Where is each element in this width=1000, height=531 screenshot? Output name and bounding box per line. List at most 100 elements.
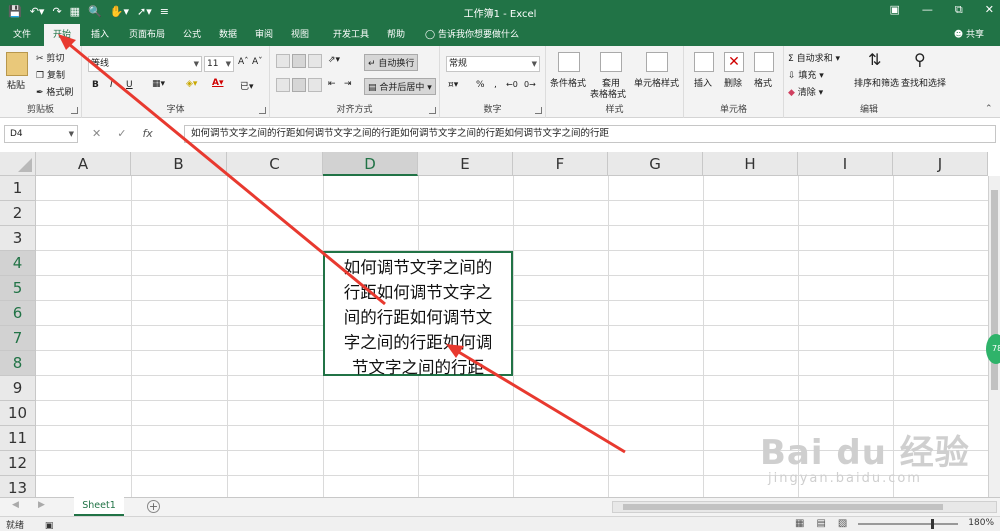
clipboard-launcher-icon[interactable] <box>71 107 78 114</box>
tab-view[interactable]: 视图 <box>284 24 316 46</box>
row-header[interactable]: 9 <box>0 376 36 401</box>
phonetic-icon[interactable]: 已▾ <box>240 79 254 92</box>
border-icon[interactable]: ▦▾ <box>152 79 165 89</box>
italic-button[interactable]: I <box>110 80 113 90</box>
tab-data[interactable]: 数据 <box>212 24 244 46</box>
delete-cells-button[interactable]: 删除 <box>724 76 742 89</box>
minimize-icon[interactable]: — <box>922 3 933 17</box>
enter-icon[interactable]: ✓ <box>117 127 126 140</box>
column-header[interactable]: D <box>323 152 418 176</box>
add-sheet-icon[interactable]: + <box>147 500 160 513</box>
next-sheet-icon[interactable]: ▶ <box>38 500 45 510</box>
cancel-icon[interactable]: ✕ <box>92 127 101 140</box>
shrink-font-icon[interactable]: Aˇ <box>252 57 263 67</box>
row-header[interactable]: 10 <box>0 401 36 426</box>
font-name-select[interactable]: 等线 ▼ <box>88 56 202 72</box>
fill-button[interactable]: ⇩ 填充 ▾ <box>788 68 824 81</box>
column-header[interactable]: I <box>798 152 893 176</box>
collapse-ribbon-icon[interactable]: ⌃ <box>985 104 993 114</box>
underline-button[interactable]: U <box>126 80 133 90</box>
macro-record-icon[interactable]: ▣ <box>45 521 54 531</box>
format-as-table-icon[interactable] <box>600 52 622 72</box>
scroll-thumb[interactable] <box>623 504 943 510</box>
conditional-format-button[interactable]: 条件格式 <box>550 76 586 89</box>
formula-input[interactable]: 如何调节文字之间的行距如何调节文字之间的行距如何调节文字之间的行距如何调节文字之… <box>184 125 996 143</box>
row-header[interactable]: 3 <box>0 226 36 251</box>
cell-styles-icon[interactable] <box>646 52 668 72</box>
sort-filter-icon[interactable]: ⇅ <box>868 50 881 69</box>
format-cells-button[interactable]: 格式 <box>754 76 772 89</box>
cut-button[interactable]: ✂ 剪切 <box>36 51 64 64</box>
share-button[interactable]: ☻ 共享 <box>954 24 984 46</box>
font-size-select[interactable]: 11 ▼ <box>204 56 234 72</box>
format-cells-icon[interactable] <box>754 52 774 72</box>
decrease-indent-icon[interactable]: ⇤ <box>328 79 336 89</box>
column-header[interactable]: G <box>608 152 703 176</box>
align-left-icon[interactable] <box>276 78 290 92</box>
find-select-button[interactable]: 查找和选择 <box>901 76 946 89</box>
restore-icon[interactable]: ⧉ <box>955 3 963 17</box>
clear-button[interactable]: ◆ 清除 ▾ <box>788 85 823 98</box>
comma-button[interactable]: , <box>494 80 497 90</box>
font-launcher-icon[interactable] <box>259 107 266 114</box>
page-break-view-icon[interactable]: ▧ <box>838 518 847 529</box>
sort-filter-button[interactable]: 排序和筛选 <box>854 76 899 89</box>
zoom-level[interactable]: 180% <box>968 518 994 528</box>
increase-indent-icon[interactable]: ⇥ <box>344 79 352 89</box>
alignment-launcher-icon[interactable] <box>429 107 436 114</box>
side-badge[interactable]: 78 <box>986 334 1000 364</box>
row-header[interactable]: 5 <box>0 276 36 301</box>
tab-developer[interactable]: 开发工具 <box>326 24 376 46</box>
insert-cells-button[interactable]: 插入 <box>694 76 712 89</box>
format-as-table-label2[interactable]: 表格格式 <box>590 87 626 100</box>
align-top-icon[interactable] <box>276 54 290 68</box>
tab-formulas[interactable]: 公式 <box>176 24 208 46</box>
autosum-button[interactable]: Σ 自动求和 ▾ <box>788 51 840 64</box>
tab-file[interactable]: 文件 <box>6 24 38 46</box>
row-header[interactable]: 12 <box>0 451 36 476</box>
tab-help[interactable]: 帮助 <box>380 24 412 46</box>
sheet-tab[interactable]: Sheet1 <box>74 497 124 516</box>
delete-cells-icon[interactable]: ✕ <box>724 52 744 72</box>
row-header[interactable]: 8 <box>0 351 36 376</box>
align-center-icon[interactable] <box>292 78 306 92</box>
horizontal-scrollbar[interactable] <box>612 501 997 513</box>
ribbon-display-icon[interactable]: ▣ <box>890 3 900 17</box>
row-header[interactable]: 4 <box>0 251 36 276</box>
bold-button[interactable]: B <box>92 80 99 90</box>
orientation-icon[interactable]: ⇗▾ <box>328 55 340 65</box>
insert-cells-icon[interactable] <box>694 52 714 72</box>
page-layout-view-icon[interactable]: ▤ <box>816 518 825 529</box>
number-format-select[interactable]: 常规 ▼ <box>446 56 540 72</box>
paste-icon[interactable] <box>6 52 28 76</box>
font-color-icon[interactable]: A▾ <box>212 78 223 88</box>
decrease-decimal-icon[interactable]: 0→ <box>524 80 536 89</box>
column-header[interactable]: C <box>227 152 323 176</box>
select-all-button[interactable] <box>0 152 36 176</box>
column-header[interactable]: E <box>418 152 513 176</box>
insert-function-icon[interactable]: fx <box>142 127 152 140</box>
increase-decimal-icon[interactable]: ←0 <box>506 80 518 89</box>
find-select-icon[interactable]: ⚲ <box>914 50 926 69</box>
row-header[interactable]: 2 <box>0 201 36 226</box>
name-box[interactable]: D4 ▼ <box>4 125 78 143</box>
zoom-slider[interactable] <box>858 523 958 525</box>
copy-button[interactable]: ❐ 复制 <box>36 68 65 81</box>
tab-home[interactable]: 开始 <box>44 24 80 46</box>
prev-sheet-icon[interactable]: ◀ <box>12 500 19 510</box>
normal-view-icon[interactable]: ▦ <box>795 518 804 529</box>
row-header[interactable]: 13 <box>0 476 36 497</box>
conditional-format-icon[interactable] <box>558 52 580 72</box>
tab-page-layout[interactable]: 页面布局 <box>122 24 172 46</box>
tell-me-search[interactable]: ◯ 告诉我你想要做什么 <box>425 24 519 46</box>
row-header[interactable]: 11 <box>0 426 36 451</box>
column-header[interactable]: J <box>893 152 988 176</box>
wrap-text-button[interactable]: ↵ 自动换行 <box>364 54 419 71</box>
currency-icon[interactable]: ¤▾ <box>448 80 458 90</box>
column-header[interactable]: H <box>703 152 798 176</box>
row-header[interactable]: 1 <box>0 176 36 201</box>
align-right-icon[interactable] <box>308 78 322 92</box>
align-middle-icon[interactable] <box>292 54 306 68</box>
row-header[interactable]: 7 <box>0 326 36 351</box>
tab-insert[interactable]: 插入 <box>84 24 116 46</box>
